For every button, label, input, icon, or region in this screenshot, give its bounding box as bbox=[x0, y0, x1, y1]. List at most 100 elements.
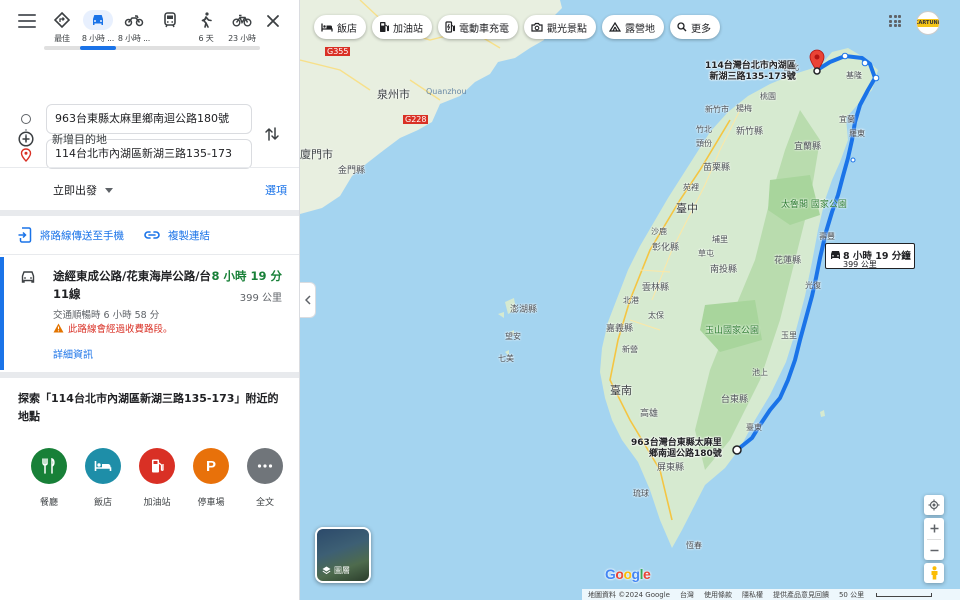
chip-label: 觀光景點 bbox=[547, 23, 587, 35]
apps-grid-icon[interactable] bbox=[889, 15, 901, 27]
more-icon bbox=[247, 448, 283, 484]
waypoints-section: 963台東縣太麻里鄉南迴公路180號 114台北市內湖區新湖三路135-173 bbox=[0, 48, 299, 169]
collapse-panel-button[interactable] bbox=[300, 282, 316, 318]
mode-label: 23 小時 bbox=[228, 34, 256, 43]
map-label: 頭份 bbox=[696, 139, 712, 148]
map-label: 北港 bbox=[623, 296, 639, 305]
send-to-phone-label: 將路線傳送至手機 bbox=[40, 229, 124, 242]
my-location-button[interactable] bbox=[924, 495, 944, 515]
map-label: 臺東 bbox=[746, 423, 762, 432]
motorcycle-icon bbox=[123, 10, 145, 30]
map-label: 羅東 bbox=[849, 129, 865, 138]
map-label: 池上 bbox=[752, 368, 768, 377]
add-circle-icon bbox=[18, 131, 34, 147]
chip-more[interactable]: 更多 bbox=[670, 15, 720, 39]
chip-campsite[interactable]: 露營地 bbox=[602, 15, 664, 39]
mode-bicycle[interactable]: 23 小時 bbox=[224, 10, 260, 44]
street-view-pegman[interactable] bbox=[924, 563, 944, 583]
map-label: 泉州市 bbox=[377, 88, 410, 101]
map-label: 玉山國家公園 bbox=[705, 326, 760, 336]
map-label: 金門縣 bbox=[338, 166, 366, 176]
chip-label: 飯店 bbox=[337, 23, 357, 35]
mode-best[interactable]: 最佳 bbox=[44, 10, 80, 44]
mode-motorcycle[interactable]: 8 小時 ... bbox=[116, 10, 152, 44]
depart-time-dropdown[interactable]: 立即出發 bbox=[53, 182, 113, 198]
depart-label: 立即出發 bbox=[53, 184, 97, 197]
hotel-icon bbox=[85, 448, 121, 484]
category-more[interactable]: 全文 bbox=[238, 448, 292, 508]
divider bbox=[0, 254, 299, 255]
category-parking[interactable]: P 停車場 bbox=[184, 448, 238, 508]
map-label: 高雄 bbox=[640, 409, 659, 419]
map-label: Quanzhou bbox=[426, 87, 467, 96]
copy-link-label: 複製連結 bbox=[168, 229, 210, 242]
add-destination-button[interactable]: 新增目的地 bbox=[18, 131, 107, 147]
pegman-icon bbox=[931, 566, 937, 580]
origin-map-label: 963台灣台東縣太麻里 鄉南迴公路180號 bbox=[631, 438, 722, 460]
category-label: 停車場 bbox=[197, 498, 225, 508]
copy-link-button[interactable]: 複製連結 bbox=[144, 228, 210, 243]
car-icon bbox=[20, 269, 36, 288]
send-to-phone-button[interactable]: 將路線傳送至手機 bbox=[18, 227, 124, 243]
category-label: 餐廳 bbox=[39, 498, 58, 508]
terms-link[interactable]: 使用條款 bbox=[704, 590, 732, 600]
map-label: 新竹市 bbox=[705, 105, 729, 114]
link-icon bbox=[144, 231, 160, 239]
chip-attractions[interactable]: 觀光景點 bbox=[524, 15, 596, 39]
mode-label: 最佳 bbox=[54, 34, 70, 43]
options-link[interactable]: 選項 bbox=[265, 182, 287, 198]
chip-hotel[interactable]: 飯店 bbox=[314, 15, 366, 39]
map-label: 台東縣 bbox=[721, 395, 749, 405]
mode-driving[interactable]: 8 小時 ... bbox=[80, 10, 116, 44]
map-label: 太魯閣 國家公園 bbox=[781, 200, 847, 210]
caret-down-icon bbox=[105, 187, 113, 193]
category-restaurant[interactable]: 餐廳 bbox=[22, 448, 76, 508]
close-icon[interactable] bbox=[265, 13, 281, 29]
gas-station-icon bbox=[139, 448, 175, 484]
mode-transit[interactable] bbox=[152, 10, 188, 44]
transit-icon bbox=[159, 10, 181, 30]
map-label: 恆春 bbox=[686, 541, 702, 550]
layers-label: 圖層 bbox=[334, 566, 350, 575]
swap-icon[interactable] bbox=[264, 125, 280, 143]
route-option[interactable]: 途經東成公路/花東海岸公路/台11線 8 小時 19 分 399 公里 交通順暢… bbox=[0, 257, 299, 370]
chip-label: 電動車充電 bbox=[459, 23, 509, 35]
map-canvas[interactable]: 泉州市 Quanzhou 金門縣 廈門市 G355 G228 台北 基隆 桃園 … bbox=[300, 0, 960, 600]
map-label: 苑裡 bbox=[683, 183, 699, 192]
avatar-text: CARTUNE bbox=[917, 19, 939, 27]
chip-ev-charging[interactable]: 電動車充電 bbox=[438, 15, 518, 39]
directions-panel: 最佳 8 小時 ... 8 小時 ... 6 天 23 小時 963台東縣太麻里… bbox=[0, 0, 300, 600]
minus-icon bbox=[930, 549, 938, 552]
mode-label: 8 小時 ... bbox=[81, 34, 115, 43]
origin-map-label-text: 963台灣台東縣太麻里 鄉南迴公路180號 bbox=[631, 438, 722, 459]
category-label: 全文 bbox=[255, 498, 274, 508]
details-link[interactable]: 詳細資訊 bbox=[53, 346, 93, 361]
destination-map-label: 114台灣台北市內湖區 新湖三路135-173號 bbox=[705, 61, 796, 83]
map-label: 桃園 bbox=[760, 92, 776, 101]
chip-gas-station[interactable]: 加油站 bbox=[372, 15, 432, 39]
mode-walking[interactable]: 6 天 bbox=[188, 10, 224, 44]
region-link[interactable]: 台灣 bbox=[680, 590, 694, 600]
travel-modes: 最佳 8 小時 ... 8 小時 ... 6 天 23 小時 bbox=[44, 10, 260, 44]
avatar[interactable]: CARTUNE bbox=[916, 11, 940, 35]
feedback-link[interactable]: 提供產品意見回饋 bbox=[773, 590, 829, 600]
category-gas-station[interactable]: 加油站 bbox=[130, 448, 184, 508]
travel-mode-bar: 最佳 8 小時 ... 8 小時 ... 6 天 23 小時 bbox=[0, 0, 299, 50]
map-label: 南投縣 bbox=[710, 265, 738, 275]
layers-button[interactable]: 圖層 bbox=[315, 527, 371, 583]
zoom-out-button[interactable] bbox=[924, 540, 944, 561]
warning-icon bbox=[53, 323, 64, 333]
menu-icon[interactable] bbox=[18, 14, 36, 28]
section-divider bbox=[0, 210, 299, 216]
route-distance: 399 公里 bbox=[239, 293, 282, 304]
zoom-in-button[interactable] bbox=[924, 518, 944, 539]
map-label: 新竹縣 bbox=[736, 127, 764, 137]
green-island bbox=[820, 410, 825, 417]
category-hotel[interactable]: 飯店 bbox=[76, 448, 130, 508]
maps-app: 最佳 8 小時 ... 8 小時 ... 6 天 23 小時 963台東縣太麻里… bbox=[0, 0, 960, 600]
origin-input[interactable]: 963台東縣太麻里鄉南迴公路180號 bbox=[46, 104, 252, 134]
privacy-link[interactable]: 隱私權 bbox=[742, 590, 763, 600]
taiwan-island bbox=[600, 48, 878, 548]
scale-label[interactable]: 50 公里 bbox=[839, 590, 933, 600]
route-info-box[interactable]: 8 小時 19 分鐘 399 公里 bbox=[825, 243, 915, 269]
